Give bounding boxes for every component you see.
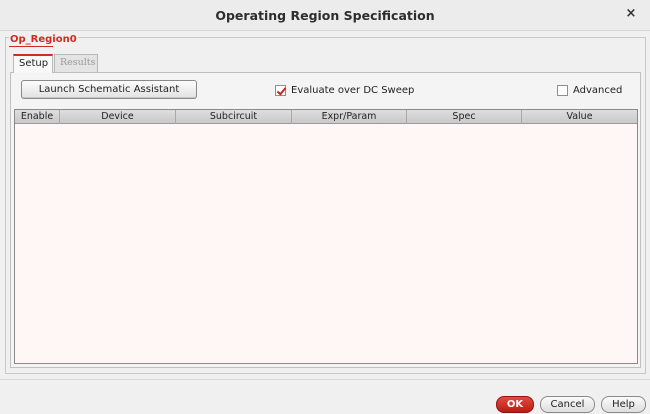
close-icon[interactable]: ×: [624, 7, 638, 21]
table-body[interactable]: [15, 125, 637, 363]
tab-setup[interactable]: Setup: [13, 54, 53, 73]
column-header-device[interactable]: Device: [60, 110, 176, 124]
op-region-table: Enable Device Subcircuit Expr/Param Spec…: [14, 109, 638, 364]
advanced-checkbox[interactable]: [557, 84, 568, 96]
setup-panel: Launch Schematic Assistant Evaluate over…: [10, 72, 641, 368]
column-header-spec[interactable]: Spec: [407, 110, 522, 124]
advanced-toggle[interactable]: Advanced: [557, 83, 622, 97]
column-header-enable[interactable]: Enable: [15, 110, 60, 124]
help-button[interactable]: Help: [601, 396, 646, 413]
launch-schematic-assistant-button[interactable]: Launch Schematic Assistant: [21, 80, 197, 99]
column-header-expr-param[interactable]: Expr/Param: [292, 110, 407, 124]
evaluate-dc-sweep-label: Evaluate over DC Sweep: [291, 84, 415, 96]
region-label: Op_Region0: [9, 34, 78, 45]
column-header-subcircuit[interactable]: Subcircuit: [176, 110, 292, 124]
region-label-underline: [9, 46, 53, 47]
op-region-group: Op_Region0 Setup Results Launch Schemati…: [5, 34, 646, 374]
window-title: Operating Region Specification: [215, 8, 435, 23]
evaluate-dc-sweep-toggle[interactable]: Evaluate over DC Sweep: [275, 83, 414, 97]
cancel-button[interactable]: Cancel: [540, 396, 595, 413]
tab-results: Results: [54, 54, 98, 72]
table-header: Enable Device Subcircuit Expr/Param Spec…: [15, 110, 637, 124]
ok-button[interactable]: OK: [496, 396, 534, 413]
evaluate-dc-sweep-checkbox[interactable]: [275, 84, 286, 96]
title-bar: Operating Region Specification ×: [0, 0, 650, 31]
advanced-label: Advanced: [573, 84, 623, 96]
column-header-value[interactable]: Value: [522, 110, 637, 124]
footer-divider: [0, 379, 650, 380]
